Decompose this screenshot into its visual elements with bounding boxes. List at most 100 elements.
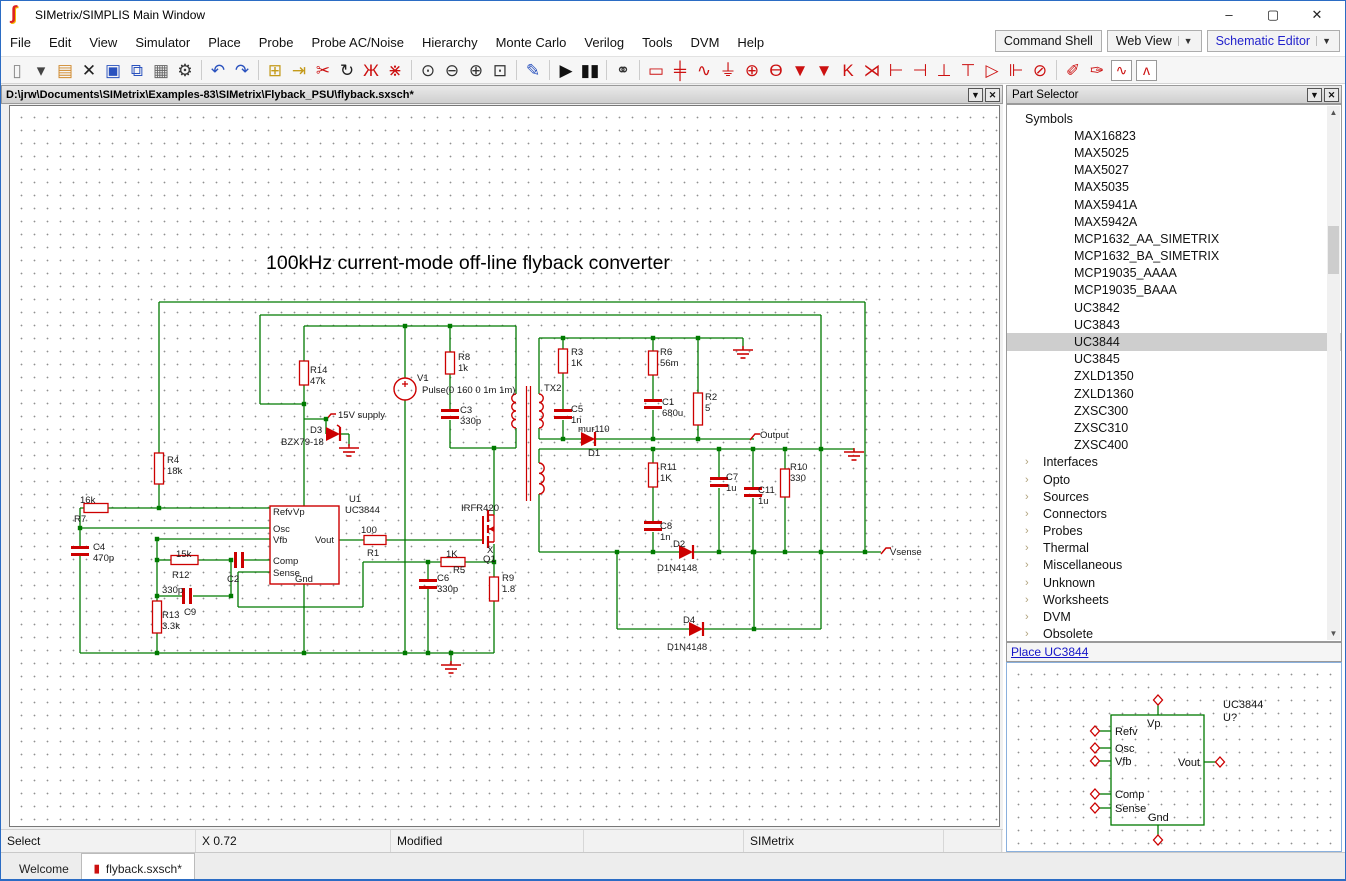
place-njfet-icon[interactable]: ⊢ <box>884 58 908 82</box>
new-schematic-icon[interactable]: ▯ <box>5 58 29 82</box>
export-sheet-icon[interactable]: ⇥ <box>287 58 311 82</box>
part-item-max16823[interactable]: MAX16823 <box>1007 127 1341 144</box>
category-connectors[interactable]: ›Connectors <box>1007 505 1341 522</box>
category-obsolete[interactable]: ›Obsolete <box>1007 626 1341 642</box>
place-npn-icon[interactable]: K <box>836 58 860 82</box>
chevron-right-icon[interactable]: › <box>1025 525 1043 537</box>
place-part-link[interactable]: Place UC3844 <box>1011 645 1088 659</box>
part-item-uc3842[interactable]: UC3842 <box>1007 299 1341 316</box>
category-thermal[interactable]: ›Thermal <box>1007 540 1341 557</box>
dropdown-arrow-icon[interactable]: ▼ <box>1316 36 1331 46</box>
menu-help[interactable]: Help <box>728 30 773 55</box>
part-item-zxsc310[interactable]: ZXSC310 <box>1007 419 1341 436</box>
part-selector-pane-close-button[interactable]: ✕ <box>1324 88 1339 102</box>
scroll-up-icon[interactable]: ▲ <box>1327 106 1340 119</box>
category-dvm[interactable]: ›DVM <box>1007 608 1341 625</box>
menu-tools[interactable]: Tools <box>633 30 681 55</box>
category-opto[interactable]: ›Opto <box>1007 471 1341 488</box>
category-unknown[interactable]: ›Unknown <box>1007 574 1341 591</box>
place-zener-icon[interactable]: ▼ <box>812 58 836 82</box>
redo-icon[interactable]: ↷ <box>230 58 254 82</box>
chevron-right-icon[interactable]: › <box>1025 628 1043 640</box>
chevron-right-icon[interactable]: › <box>1025 594 1043 606</box>
place-voltage-source-icon[interactable]: ⊕ <box>740 58 764 82</box>
minimize-button[interactable]: – <box>1207 1 1251 28</box>
place-capacitor-icon[interactable]: ╪ <box>668 58 692 82</box>
place-nmos-icon[interactable]: ⊥ <box>932 58 956 82</box>
part-list-scrollbar[interactable]: ▲ ▼ <box>1327 106 1340 640</box>
flip-horizontal-icon[interactable]: Ж <box>359 58 383 82</box>
menu-simulator[interactable]: Simulator <box>126 30 199 55</box>
part-item-uc3845[interactable]: UC3845 <box>1007 351 1341 368</box>
save-all-icon[interactable]: ⧉ <box>125 58 149 82</box>
place-diode-icon[interactable]: ▼ <box>788 58 812 82</box>
menu-dvm[interactable]: DVM <box>682 30 729 55</box>
part-item-uc3843[interactable]: UC3843 <box>1007 316 1341 333</box>
new-dropdown-icon[interactable]: ▾ <box>29 58 53 82</box>
zoom-out-icon[interactable]: ⊖ <box>440 58 464 82</box>
close-button[interactable]: ✕ <box>1295 1 1339 28</box>
place-igbt-icon[interactable]: ⊩ <box>1004 58 1028 82</box>
category-interfaces[interactable]: ›Interfaces <box>1007 454 1341 471</box>
save-icon[interactable]: ▣ <box>101 58 125 82</box>
chevron-right-icon[interactable]: › <box>1025 611 1043 623</box>
scroll-down-icon[interactable]: ▼ <box>1327 627 1340 640</box>
pane-close-button[interactable]: ✕ <box>985 88 1000 102</box>
place-ground-icon[interactable]: ⏚ <box>716 58 740 82</box>
pause-icon[interactable]: ▮▮ <box>578 58 602 82</box>
probe-voltage-icon[interactable]: ✐ <box>1061 58 1085 82</box>
part-selector-list[interactable]: SymbolsMAX16823MAX5025MAX5027MAX5035MAX5… <box>1006 104 1342 642</box>
place-inductor-icon[interactable]: ∿ <box>692 58 716 82</box>
run-icon[interactable]: ▶ <box>554 58 578 82</box>
dropdown-arrow-icon[interactable]: ▼ <box>1178 36 1193 46</box>
part-item-zxsc300[interactable]: ZXSC300 <box>1007 402 1341 419</box>
copy-to-clipboard-icon[interactable]: ⊞ <box>263 58 287 82</box>
menu-edit[interactable]: Edit <box>40 30 80 55</box>
wire-pencil-icon[interactable]: ✎ <box>521 58 545 82</box>
plot-sine-icon[interactable]: ∿ <box>1111 60 1132 81</box>
chevron-right-icon[interactable]: › <box>1025 491 1043 503</box>
maximize-button[interactable]: ▢ <box>1251 1 1295 28</box>
menu-hierarchy[interactable]: Hierarchy <box>413 30 487 55</box>
chevron-right-icon[interactable]: › <box>1025 456 1043 468</box>
print-icon[interactable]: ▦ <box>149 58 173 82</box>
part-selector-pane-dropdown-button[interactable]: ▼ <box>1307 88 1322 102</box>
probe-differential-icon[interactable]: ✑ <box>1085 58 1109 82</box>
place-opamp-icon[interactable]: ▷ <box>980 58 1004 82</box>
undo-icon[interactable]: ↶ <box>206 58 230 82</box>
tab-flyback-sxsch-[interactable]: ▮flyback.sxsch* <box>81 853 195 879</box>
command-shell-button[interactable]: Command Shell <box>995 30 1102 52</box>
part-item-max5025[interactable]: MAX5025 <box>1007 144 1341 161</box>
part-item-max5035[interactable]: MAX5035 <box>1007 179 1341 196</box>
menu-probe-ac-noise[interactable]: Probe AC/Noise <box>302 30 413 55</box>
tab-welcome[interactable]: Welcome <box>7 855 81 879</box>
place-current-source-icon[interactable]: Ɵ <box>764 58 788 82</box>
part-item-mcp1632_aa_simetrix[interactable]: MCP1632_AA_SIMETRIX <box>1007 230 1341 247</box>
schematic-editor-button[interactable]: Schematic Editor▼ <box>1207 30 1340 52</box>
place-resistor-icon[interactable]: ▭ <box>644 58 668 82</box>
category-miscellaneous[interactable]: ›Miscellaneous <box>1007 557 1341 574</box>
close-sheet-icon[interactable]: ✕ <box>77 58 101 82</box>
menu-file[interactable]: File <box>1 30 40 55</box>
place-pnp-icon[interactable]: ⋊ <box>860 58 884 82</box>
chevron-right-icon[interactable]: › <box>1025 577 1043 589</box>
schematic-canvas[interactable]: R418k16kR7C4470p15kR12330pC9R133.3kC2U1U… <box>9 105 1000 827</box>
part-item-mcp19035_baaa[interactable]: MCP19035_BAAA <box>1007 282 1341 299</box>
part-item-max5942a[interactable]: MAX5942A <box>1007 213 1341 230</box>
zoom-in-icon[interactable]: ⊕ <box>464 58 488 82</box>
web-view-button[interactable]: Web View▼ <box>1107 30 1202 52</box>
part-item-max5941a[interactable]: MAX5941A <box>1007 196 1341 213</box>
part-item-uc3844[interactable]: UC3844 <box>1007 333 1341 350</box>
place-pjfet-icon[interactable]: ⊣ <box>908 58 932 82</box>
chevron-right-icon[interactable]: › <box>1025 559 1043 571</box>
zoom-area-icon[interactable]: ⊙ <box>416 58 440 82</box>
plot-impulse-icon[interactable]: ʌ <box>1136 60 1157 81</box>
category-worksheets[interactable]: ›Worksheets <box>1007 591 1341 608</box>
part-item-zxsc400[interactable]: ZXSC400 <box>1007 437 1341 454</box>
part-item-zxld1350[interactable]: ZXLD1350 <box>1007 368 1341 385</box>
chevron-right-icon[interactable]: › <box>1025 474 1043 486</box>
menu-monte-carlo[interactable]: Monte Carlo <box>487 30 576 55</box>
menu-view[interactable]: View <box>80 30 126 55</box>
part-item-max5027[interactable]: MAX5027 <box>1007 162 1341 179</box>
part-item-zxld1360[interactable]: ZXLD1360 <box>1007 385 1341 402</box>
